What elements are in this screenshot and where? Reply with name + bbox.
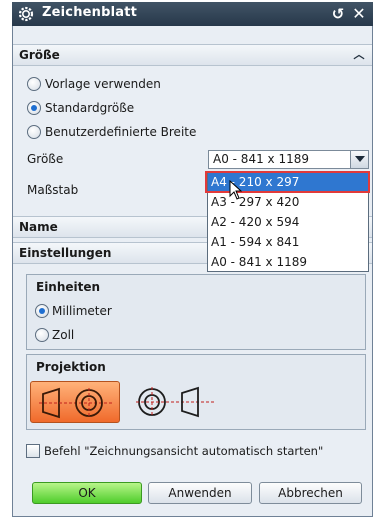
apply-button[interactable]: Anwenden — [148, 482, 252, 504]
dropdown-option[interactable]: A0 - 841 x 1189 — [208, 253, 368, 272]
radio-label-zoll: Zoll — [52, 328, 75, 342]
section-title-name: Name — [19, 220, 58, 234]
chevron-down-icon[interactable] — [350, 151, 368, 168]
gear-icon[interactable] — [18, 6, 34, 22]
radio-standardgroesse[interactable] — [27, 101, 41, 115]
radio-vorlage[interactable] — [27, 77, 41, 91]
ok-button[interactable]: OK — [32, 482, 142, 504]
first-angle-projection-icon — [39, 387, 113, 419]
auto-start-label: Befehl "Zeichnungsansicht automatisch st… — [44, 444, 324, 458]
radio-zoll[interactable] — [35, 328, 49, 342]
size-select-value: A0 - 841 x 1189 — [213, 152, 309, 166]
undo-icon[interactable]: ↺ — [329, 4, 347, 24]
radio-millimeter[interactable] — [35, 304, 49, 318]
third-angle-projection-button[interactable] — [130, 381, 220, 423]
radio-label-vorlage: Vorlage verwenden — [45, 77, 161, 91]
first-angle-projection-button[interactable] — [30, 381, 120, 423]
mouse-pointer-icon — [229, 180, 243, 200]
section-title-einstellungen: Einstellungen — [19, 246, 112, 260]
scale-label: Maßstab — [27, 183, 79, 197]
size-select[interactable]: A0 - 841 x 1189 — [208, 150, 369, 169]
third-angle-projection-icon — [136, 386, 214, 418]
auto-start-checkbox[interactable] — [26, 444, 40, 458]
title-bar[interactable]: Zeichenblatt ↺ ✕ — [12, 2, 373, 26]
window-title: Zeichenblatt — [42, 5, 138, 20]
dropdown-option[interactable]: A1 - 594 x 841 — [208, 233, 368, 252]
close-icon[interactable]: ✕ — [350, 4, 368, 24]
projection-title: Projektion — [36, 360, 106, 374]
units-title: Einheiten — [36, 280, 101, 294]
radio-label-benutzerdefiniert: Benutzerdefinierte Breite — [45, 125, 197, 139]
radio-label-standardgroesse: Standardgröße — [45, 101, 135, 115]
section-header-groesse[interactable]: Größe — [13, 44, 372, 66]
section-title-groesse: Größe — [19, 48, 60, 62]
cancel-button[interactable]: Abbrechen — [259, 482, 362, 504]
collapse-icon[interactable]: ︿ — [351, 47, 367, 63]
size-label: Größe — [27, 152, 64, 166]
radio-benutzerdefiniert[interactable] — [27, 125, 41, 139]
radio-label-millimeter: Millimeter — [52, 304, 112, 318]
dropdown-option[interactable]: A2 - 420 x 594 — [208, 213, 368, 232]
